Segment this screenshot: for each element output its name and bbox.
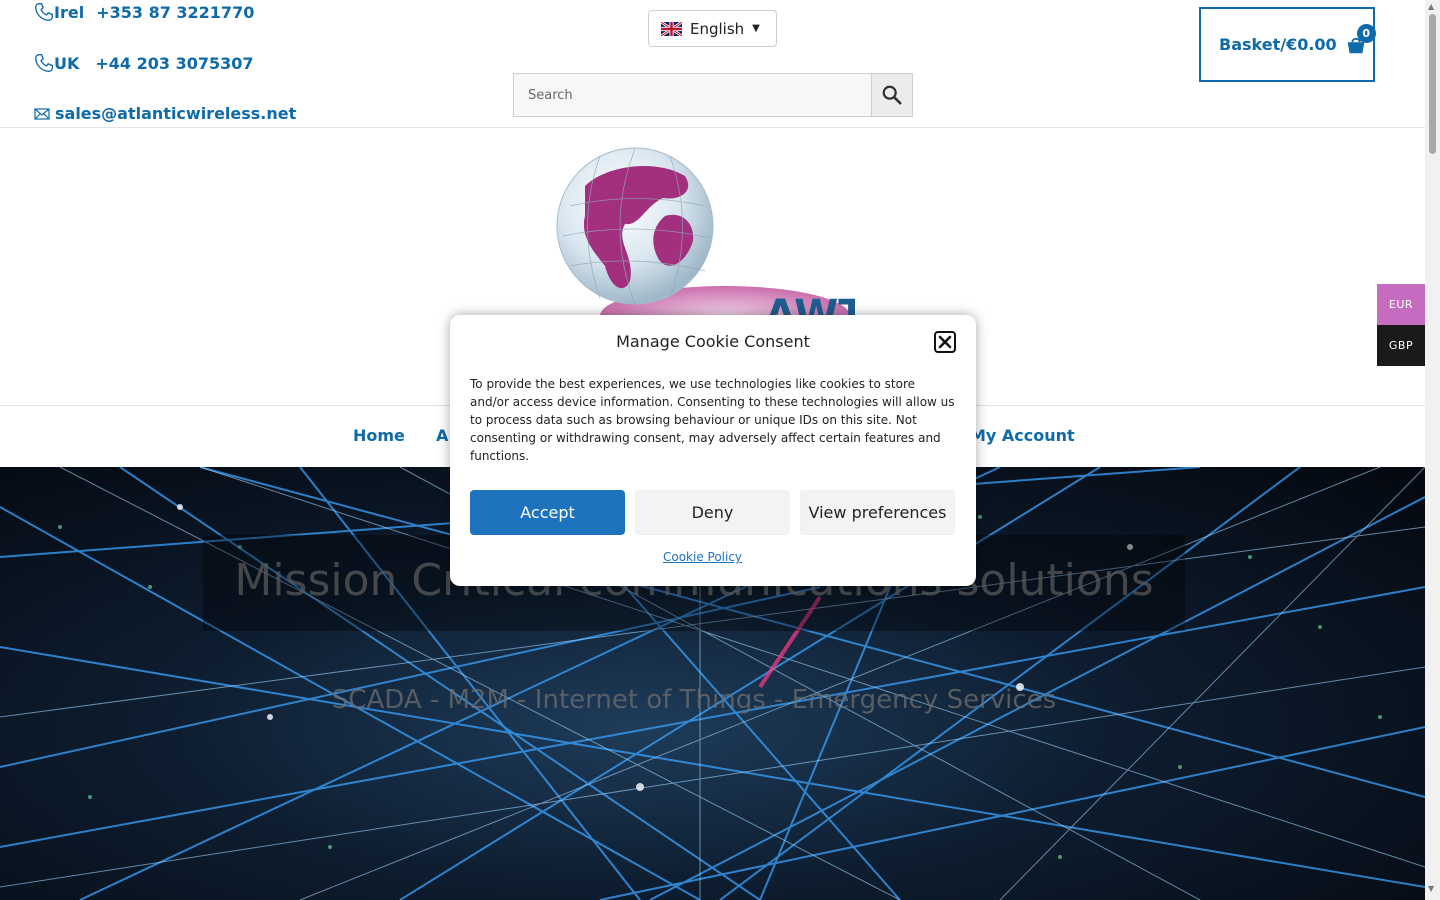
scrollbar-thumb[interactable] [1429, 14, 1436, 154]
close-button[interactable] [934, 331, 956, 353]
close-icon [938, 335, 952, 349]
cookie-dialog-text: To provide the best experiences, we use … [470, 377, 955, 463]
deny-button[interactable]: Deny [635, 490, 790, 535]
view-preferences-button[interactable]: View preferences [800, 490, 955, 535]
accept-button[interactable]: Accept [470, 490, 625, 535]
page-scrollbar[interactable]: ▲ ▼ [1425, 0, 1440, 900]
scroll-up-arrow-icon[interactable]: ▲ [1428, 2, 1434, 11]
cookie-dialog-title: Manage Cookie Consent [616, 332, 810, 351]
cookie-consent-dialog: Manage Cookie Consent To provide the bes… [450, 315, 976, 586]
cookie-overlay: Manage Cookie Consent To provide the bes… [0, 0, 1425, 900]
cookie-policy-link[interactable]: Cookie Policy [450, 550, 955, 564]
scroll-down-arrow-icon[interactable]: ▼ [1428, 884, 1434, 893]
